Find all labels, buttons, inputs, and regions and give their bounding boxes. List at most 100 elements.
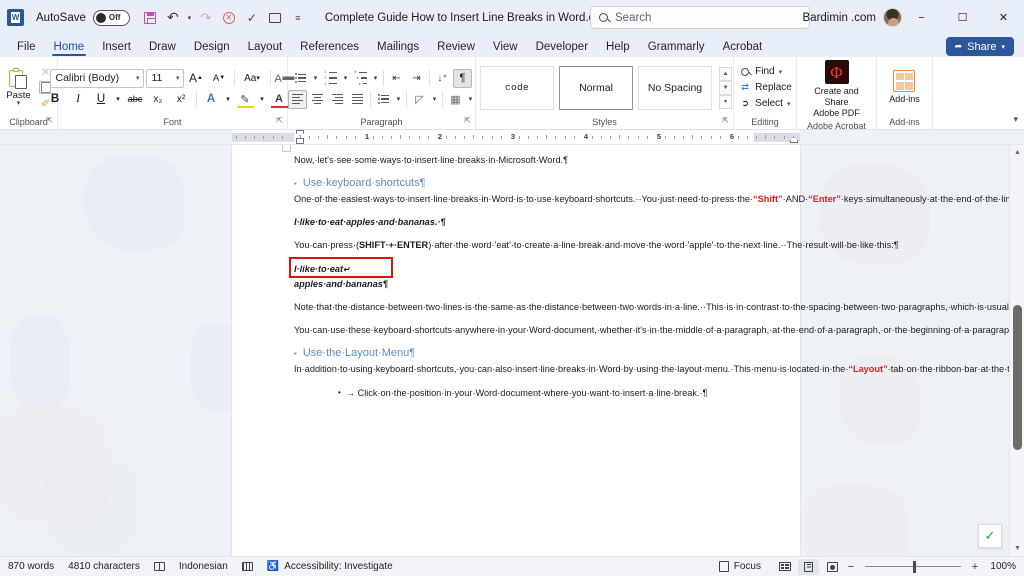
adobe-pdf-icon[interactable]: Φ	[825, 60, 849, 84]
numbered-list-dropdown-icon[interactable]: ▾	[341, 69, 350, 88]
chevron-down-icon[interactable]: ▾	[1001, 43, 1005, 51]
style-no-spacing[interactable]: No Spacing	[638, 66, 712, 110]
addins-icon[interactable]	[893, 70, 915, 92]
tab-grammarly[interactable]: Grammarly	[639, 36, 714, 57]
check-icon[interactable]: ✓	[241, 7, 263, 29]
save-icon[interactable]	[139, 7, 161, 29]
close-button[interactable]: ✕	[983, 0, 1024, 35]
tab-references[interactable]: References	[291, 36, 368, 57]
superscript-button[interactable]: x²	[171, 89, 192, 109]
tab-developer[interactable]: Developer	[527, 36, 597, 57]
multilevel-list-dropdown-icon[interactable]: ▾	[371, 69, 380, 88]
highlight-button[interactable]: ✎	[235, 89, 256, 109]
chevron-down-icon[interactable]: ▾	[136, 74, 140, 82]
tab-acrobat[interactable]: Acrobat	[714, 36, 772, 57]
accessibility-status[interactable]: ♿ Accessibility: Investigate	[267, 561, 393, 572]
language-indicator[interactable]: Indonesian	[179, 561, 228, 572]
dialog-launcher-icon[interactable]: ⇱	[46, 114, 53, 128]
select-button[interactable]: ➲ Select ▾	[739, 96, 790, 112]
undo-dropdown-icon[interactable]: ▾	[185, 7, 194, 29]
align-center-button[interactable]	[308, 90, 327, 109]
line-spacing-dropdown-icon[interactable]: ▾	[394, 90, 403, 109]
chevron-down-icon[interactable]: ▾	[17, 101, 21, 107]
tab-insert[interactable]: Insert	[93, 36, 140, 57]
minimize-button[interactable]: −	[901, 0, 942, 35]
align-left-button[interactable]	[288, 90, 307, 109]
avatar[interactable]	[883, 8, 902, 27]
highlight-dropdown-icon[interactable]: ▾	[258, 89, 267, 109]
styles-scroll-down-icon[interactable]: ▼	[719, 81, 732, 95]
tab-file[interactable]: File	[8, 36, 45, 57]
grow-font-button[interactable]: A▲	[186, 68, 207, 88]
style-code[interactable]: code	[480, 66, 554, 110]
align-right-button[interactable]	[328, 90, 347, 109]
scroll-down-icon[interactable]: ▼	[1010, 541, 1024, 556]
dialog-launcher-icon[interactable]: ⇱	[464, 114, 471, 128]
text-effects-button[interactable]: A	[201, 89, 222, 109]
dialog-launcher-icon[interactable]: ⇱	[722, 114, 729, 128]
justify-button[interactable]	[348, 90, 367, 109]
collapse-ribbon-icon[interactable]: ▾	[1013, 114, 1018, 125]
zoom-slider-thumb[interactable]	[913, 561, 916, 573]
subscript-button[interactable]: x₂	[148, 89, 169, 109]
search-input[interactable]: Search	[590, 6, 810, 29]
show-formatting-marks-button[interactable]: ¶	[453, 69, 472, 88]
styles-scroll-up-icon[interactable]: ▲	[719, 67, 732, 81]
dialog-launcher-icon[interactable]: ⇱	[276, 114, 283, 128]
replace-button[interactable]: ⇄ Replace	[739, 80, 792, 96]
proofing-status[interactable]	[154, 562, 165, 571]
undo-icon[interactable]: ↶	[162, 7, 184, 29]
vertical-scrollbar[interactable]: ▲ ▼	[1009, 145, 1024, 556]
create-share-pdf-button[interactable]: Create and Share Adobe PDF	[802, 86, 871, 119]
sort-button[interactable]: ↓⁺	[433, 69, 452, 88]
account-area[interactable]: Bardimin .com	[803, 8, 903, 27]
read-mode-button[interactable]	[774, 559, 795, 575]
styles-more-icon[interactable]: ▾	[719, 95, 732, 109]
italic-button[interactable]: I	[68, 89, 89, 109]
chevron-down-icon[interactable]: ▾	[176, 74, 180, 82]
hanging-indent-marker[interactable]	[296, 138, 304, 144]
numbered-list-button[interactable]: 123	[321, 69, 340, 88]
cancel-icon[interactable]: ✕	[218, 7, 240, 29]
zoom-slider[interactable]	[865, 566, 961, 568]
addins-button-label[interactable]: Add-ins	[889, 94, 920, 105]
increase-indent-button[interactable]: ⇥	[407, 69, 426, 88]
tab-layout[interactable]: Layout	[239, 36, 292, 57]
tab-view[interactable]: View	[484, 36, 527, 57]
tab-home[interactable]: Home	[45, 36, 94, 57]
scrollbar-thumb[interactable]	[1013, 305, 1022, 450]
autosave-toggle[interactable]: Off	[93, 10, 130, 26]
character-count[interactable]: 4810 characters	[68, 561, 140, 572]
shading-dropdown-icon[interactable]: ▾	[430, 90, 439, 109]
document-body[interactable]: Now,·let's·see·some·ways·to·insert·line·…	[294, 153, 752, 400]
redo-icon[interactable]: ↷	[195, 7, 217, 29]
shrink-font-button[interactable]: A▼	[209, 68, 230, 88]
document-page[interactable]: Now,·let's·see·some·ways·to·insert·line·…	[232, 145, 800, 556]
tab-mailings[interactable]: Mailings	[368, 36, 428, 57]
strikethrough-button[interactable]: abc	[125, 89, 146, 109]
folder-icon[interactable]	[264, 7, 286, 29]
maximize-button[interactable]: ☐	[942, 0, 983, 35]
underline-dropdown-icon[interactable]: ▾	[114, 89, 123, 109]
font-name-select[interactable]: Calibri (Body) ▾	[50, 69, 144, 88]
tab-help[interactable]: Help	[597, 36, 639, 57]
customize-qat-icon[interactable]: ≡	[287, 7, 309, 29]
zoom-out-button[interactable]: −	[846, 561, 856, 573]
bullet-list-button[interactable]	[291, 69, 310, 88]
print-layout-button[interactable]	[798, 559, 819, 575]
text-effects-dropdown-icon[interactable]: ▾	[224, 89, 233, 109]
underline-button[interactable]: U	[91, 89, 112, 109]
change-case-button[interactable]: Aa▾	[239, 68, 266, 88]
multilevel-list-button[interactable]: ●●●	[351, 69, 370, 88]
paste-button[interactable]: Paste ▾	[2, 68, 36, 107]
font-size-select[interactable]: 11 ▾	[146, 69, 184, 88]
word-count[interactable]: 870 words	[8, 561, 54, 572]
style-normal[interactable]: Normal	[559, 66, 633, 110]
shading-button[interactable]: ◸	[410, 90, 429, 109]
tab-review[interactable]: Review	[428, 36, 484, 57]
dictation-status[interactable]	[242, 562, 253, 571]
horizontal-ruler[interactable]: 1 2 3 4 5 6	[0, 130, 1024, 145]
zoom-in-button[interactable]: +	[970, 561, 980, 573]
share-button[interactable]: ➦ Share ▾	[946, 37, 1014, 56]
tab-draw[interactable]: Draw	[140, 36, 185, 57]
